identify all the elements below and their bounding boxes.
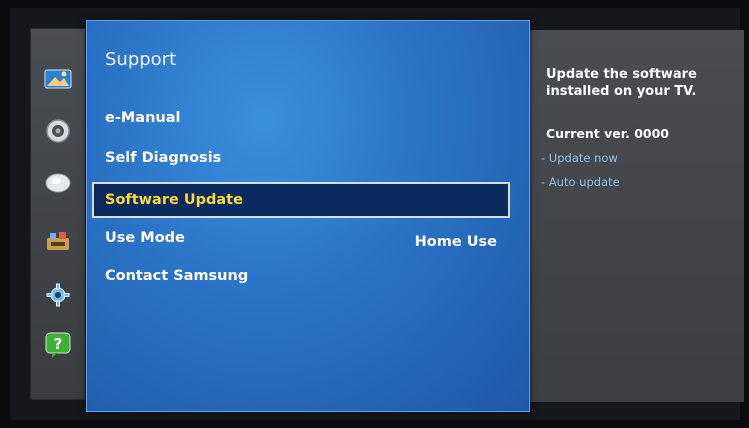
menu-item-label: Use Mode <box>105 230 185 246</box>
broadcasting-icon[interactable] <box>43 169 73 197</box>
menu-item-self-diagnosis[interactable]: Self Diagnosis <box>105 142 505 174</box>
menu-item-use-mode[interactable]: Use Mode Home Use <box>105 222 505 254</box>
support-menu-panel: Support e-Manual Self Diagnosis Software… <box>86 20 530 412</box>
menu-item-label: Self Diagnosis <box>105 150 222 166</box>
current-version: Current ver. 0000 <box>546 126 670 141</box>
use-mode-value: Home Use <box>414 234 497 250</box>
sound-icon[interactable] <box>43 117 73 145</box>
network-icon[interactable] <box>43 227 73 255</box>
menu-item-label: e-Manual <box>105 110 181 126</box>
menu-item-label: Software Update <box>105 192 243 208</box>
category-sidebar: ? <box>30 28 86 400</box>
auto-update-link: - Auto update <box>541 175 620 189</box>
menu-item-label: Contact Samsung <box>105 268 249 284</box>
info-description: Update the software installed on your TV… <box>546 67 697 99</box>
svg-text:?: ? <box>54 335 63 353</box>
support-icon[interactable]: ? <box>43 331 73 359</box>
picture-icon[interactable] <box>43 65 73 93</box>
info-panel: Update the software installed on your TV… <box>528 30 744 402</box>
gear-icon[interactable] <box>43 281 73 309</box>
update-now-link: - Update now <box>541 151 618 165</box>
page-title: Support <box>105 49 177 70</box>
menu-item-e-manual[interactable]: e-Manual <box>105 102 505 134</box>
menu-item-software-update[interactable]: Software Update <box>92 182 510 218</box>
menu-item-contact-samsung[interactable]: Contact Samsung <box>105 260 505 292</box>
